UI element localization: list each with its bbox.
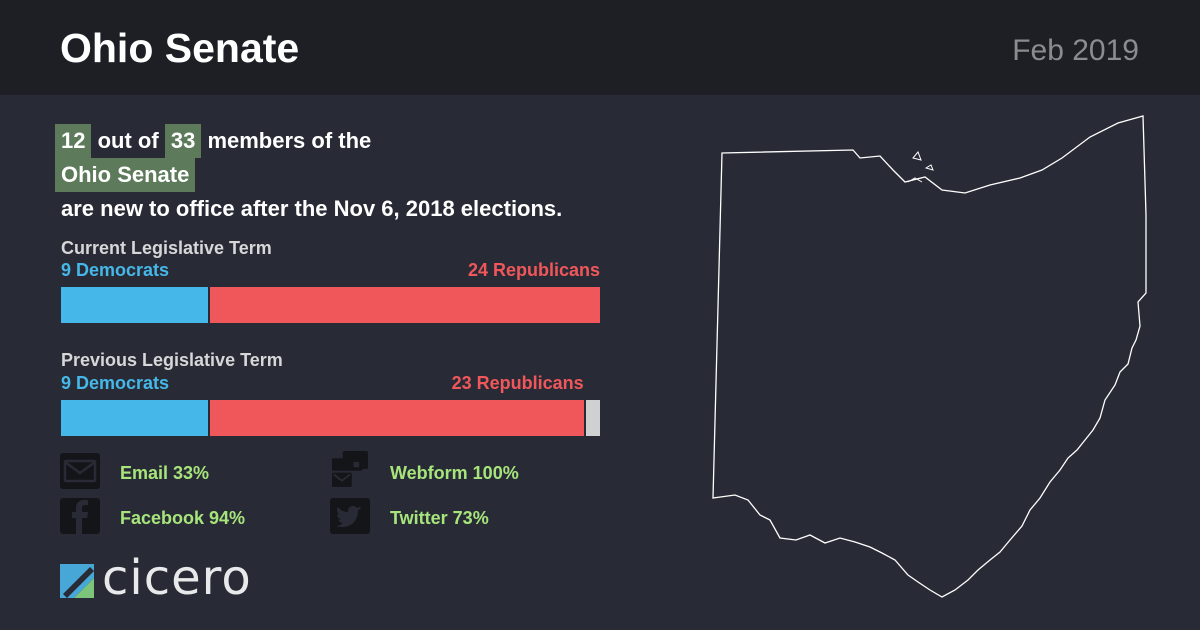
cicero-logo-icon xyxy=(60,564,94,598)
webform-icon xyxy=(332,451,368,487)
page-title: Ohio Senate xyxy=(60,25,300,71)
twitter-icon xyxy=(330,498,370,534)
previous-dem-label: 9 Democrats xyxy=(61,373,170,393)
current-rep-label: 24 Republicans xyxy=(467,260,600,280)
email-icon xyxy=(60,453,100,489)
new-members-count: 12 xyxy=(55,124,92,158)
summary-out-of: out of xyxy=(97,128,159,153)
header-bar: Ohio Senate Feb 2019 xyxy=(0,0,1200,95)
total-members-count: 33 xyxy=(164,124,202,158)
bar-segment-other xyxy=(585,400,600,436)
facebook-icon xyxy=(60,498,100,534)
summary-line-3: are new to office after the Nov 6, 2018 … xyxy=(61,196,563,221)
summary-text: 12 out of 33 members of the Ohio Senate … xyxy=(55,124,562,226)
current-dem-label: 9 Democrats xyxy=(61,260,170,280)
current-term-bar xyxy=(61,287,600,323)
previous-term-title: Previous Legislative Term xyxy=(61,350,283,370)
bar-segment-democrats xyxy=(61,287,208,323)
summary-line-1: 12 out of 33 members of the xyxy=(55,124,562,158)
summary-members-of: members of the xyxy=(207,128,372,153)
cicero-logo-text: cicero xyxy=(102,550,252,606)
current-term-title: Current Legislative Term xyxy=(61,238,272,258)
cicero-logo: cicero xyxy=(60,550,280,606)
previous-term-bar xyxy=(61,400,600,436)
email-stat: Email 33% xyxy=(120,463,210,483)
webform-stat: Webform 100% xyxy=(390,463,519,483)
ohio-state-map xyxy=(712,115,1147,598)
previous-rep-label: 23 Republicans xyxy=(451,373,584,393)
date-label: Feb 2019 xyxy=(1012,34,1139,67)
bar-segment-republicans xyxy=(210,287,600,323)
chamber-name: Ohio Senate xyxy=(55,158,196,192)
facebook-stat: Facebook 94% xyxy=(120,508,246,528)
summary-line-2: Ohio Senate xyxy=(55,158,562,192)
bar-segment-republicans xyxy=(210,400,584,436)
bar-segment-democrats xyxy=(61,400,208,436)
twitter-stat: Twitter 73% xyxy=(390,508,489,528)
